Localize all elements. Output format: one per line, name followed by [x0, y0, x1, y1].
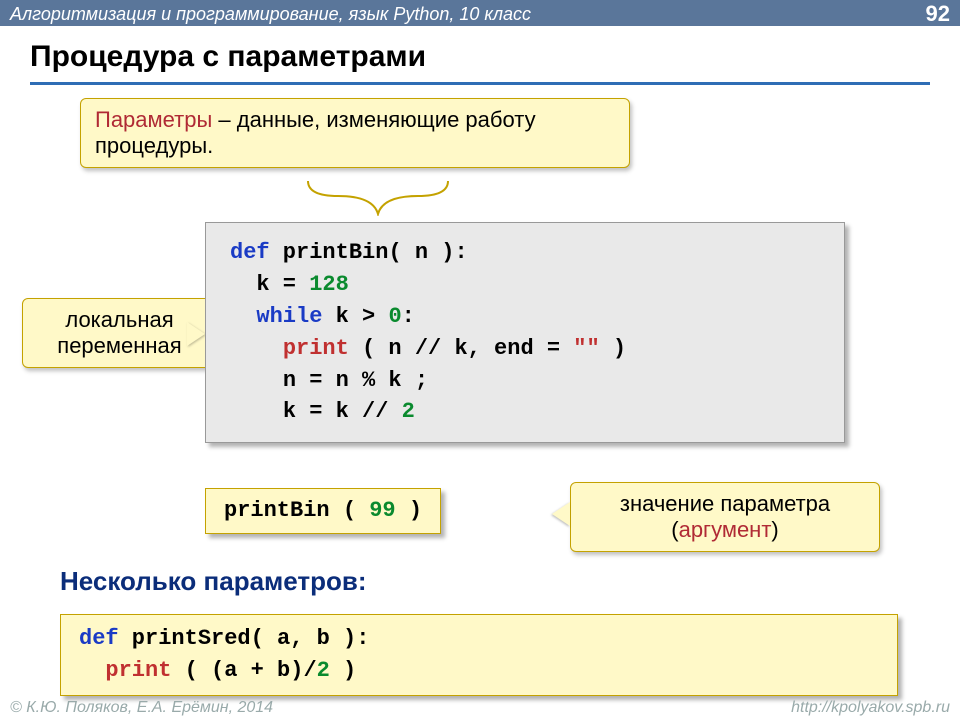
footer: © К.Ю. Поляков, Е.А. Ерёмин, 2014 http:/…: [0, 696, 960, 720]
footer-url: http://kpolyakov.spb.ru: [791, 699, 950, 717]
num-0: 0: [388, 304, 401, 329]
args: ( (a + b)/: [171, 658, 316, 683]
var-n: n: [283, 368, 296, 393]
open: (: [330, 498, 370, 523]
paren: (: [388, 240, 414, 265]
subtitle: Несколько параметров:: [60, 566, 367, 597]
rest: = n % k ;: [296, 368, 428, 393]
indent: [230, 272, 256, 297]
fn-sred: printSred: [119, 626, 251, 651]
indent: [79, 658, 105, 683]
params-ab: ( a, b ):: [251, 626, 370, 651]
floordiv: //: [415, 336, 441, 361]
indent: [230, 336, 283, 361]
cond-r: [375, 304, 388, 329]
num-128: 128: [309, 272, 349, 297]
copyright: © К.Ю. Поляков, Е.А. Ерёмин, 2014: [10, 699, 273, 717]
localvar-tail-icon: [187, 322, 205, 346]
kw-while: while: [256, 304, 322, 329]
page-number: 92: [926, 1, 950, 27]
num-2: 2: [388, 399, 414, 424]
argument-tail-icon: [552, 502, 570, 526]
cond-l: k: [322, 304, 362, 329]
arg-paren-open: (: [671, 517, 678, 542]
fn-name: printBin: [270, 240, 389, 265]
var-k: k: [283, 399, 296, 424]
indent: [230, 304, 256, 329]
params-brace-icon: [298, 176, 458, 216]
main-code: def printBin( n ): k = 128 while k > 0: …: [205, 222, 845, 443]
sred-code: def printSred( a, b ): print ( (a + b)/2…: [60, 614, 898, 696]
indent: [230, 368, 283, 393]
close: ): [396, 498, 422, 523]
argument-callout: значение параметра (аргумент): [570, 482, 880, 552]
kw-def: def: [230, 240, 270, 265]
localvar-text: локальная переменная: [57, 307, 181, 358]
params-keyword: Параметры: [95, 107, 212, 132]
floordiv: //: [362, 399, 388, 424]
arg-keyword: аргумент: [679, 517, 772, 542]
call-name: printBin: [224, 498, 330, 523]
args: ( n: [349, 336, 415, 361]
arg-paren-close: ): [771, 517, 778, 542]
topbar: Алгоритмизация и программирование, язык …: [0, 0, 960, 26]
slide-title: Процедура с параметрами: [30, 40, 426, 74]
kw-def: def: [79, 626, 119, 651]
param-n: n: [415, 240, 428, 265]
call-code: printBin ( 99 ): [205, 488, 441, 534]
fn-print: print: [105, 658, 171, 683]
str-empty: "": [573, 336, 599, 361]
colon: :: [402, 304, 415, 329]
fn-print: print: [283, 336, 349, 361]
num-2: 2: [317, 658, 330, 683]
arg-99: 99: [369, 498, 395, 523]
paren-close: ):: [428, 240, 468, 265]
title-underline: [30, 82, 930, 85]
var-k: k: [256, 272, 269, 297]
args-mid: k, end =: [441, 336, 573, 361]
indent: [230, 399, 283, 424]
args-close: ): [600, 336, 626, 361]
gt: >: [362, 304, 375, 329]
op-eq: =: [270, 272, 310, 297]
arg-line1: значение параметра: [585, 491, 865, 517]
params-callout: Параметры – данные, изменяющие работу пр…: [80, 98, 630, 168]
slide: Алгоритмизация и программирование, язык …: [0, 0, 960, 720]
course-title: Алгоритмизация и программирование, язык …: [10, 4, 531, 25]
rest-a: = k: [296, 399, 362, 424]
close: ): [330, 658, 356, 683]
